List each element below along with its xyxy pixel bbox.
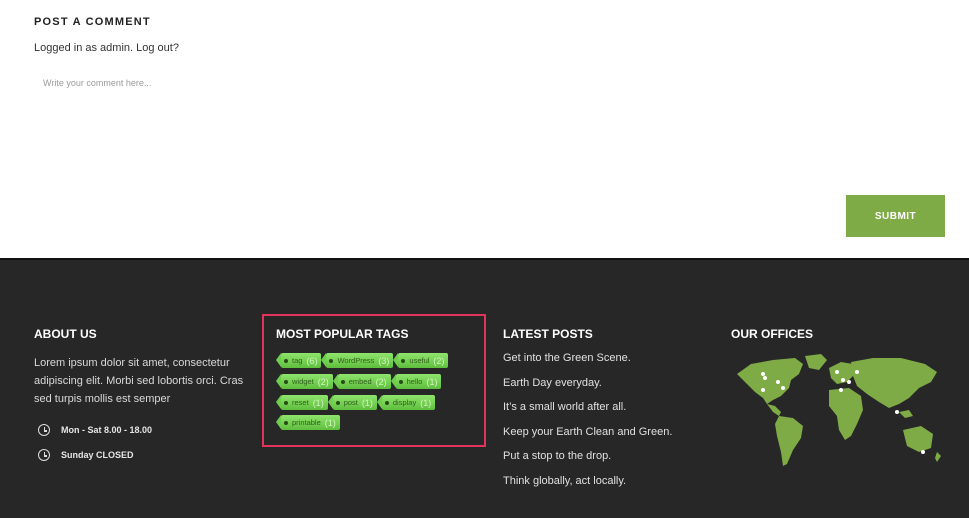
hours-weekday: Mon - Sat 8.00 - 18.00 (38, 424, 152, 436)
tag-name: useful (409, 356, 430, 365)
hours-sunday-text: Sunday CLOSED (61, 450, 134, 460)
tag-row-2: widget (2) embed (2) hello (1) (276, 374, 446, 389)
tag-chip[interactable]: tag (6) (275, 353, 322, 368)
tag-chip[interactable]: hello (1) (390, 374, 442, 389)
tag-name: reset (292, 398, 309, 407)
tag-name: embed (348, 377, 372, 386)
post-link[interactable]: Put a stop to the drop. (503, 450, 672, 475)
tag-count: (1) (361, 397, 373, 408)
tag-count: (3) (378, 355, 390, 366)
clock-icon (38, 424, 50, 436)
tag-row-3: reset (1) post (1) display (1) (276, 395, 440, 410)
post-link[interactable]: Think globally, act locally. (503, 475, 672, 500)
logged-in-text: Logged in as admin. Log out? (34, 42, 179, 54)
footer: ABOUT US Lorem ipsum dolor sit amet, con… (0, 258, 969, 518)
tag-count: (2) (375, 376, 387, 387)
logged-in-prefix: Logged in as admin. (34, 42, 137, 54)
tag-count: (1) (426, 376, 438, 387)
submit-button[interactable]: SUBMIT (846, 195, 945, 237)
tag-chip[interactable]: reset (1) (276, 395, 328, 410)
tag-count: (1) (324, 417, 336, 428)
tag-chip[interactable]: embed (2) (332, 374, 391, 389)
tag-name: hello (406, 377, 423, 386)
comment-section: POST A COMMENT Logged in as admin. Log o… (0, 0, 969, 258)
tag-count: (2) (317, 376, 329, 387)
tag-row-4: printable (1) (276, 415, 345, 430)
tag-count: (1) (420, 397, 432, 408)
clock-icon (38, 449, 50, 461)
tag-chip[interactable]: display (1) (376, 395, 436, 410)
tag-chip[interactable]: post (1) (327, 395, 377, 410)
tag-count: (6) (306, 355, 318, 366)
world-map-icon (737, 354, 941, 466)
tag-name: display (392, 398, 417, 407)
tag-name: WordPress (337, 356, 375, 365)
tag-name: tag (292, 356, 303, 365)
posts-title: LATEST POSTS (503, 327, 593, 341)
about-title: ABOUT US (34, 327, 97, 341)
tag-chip[interactable]: widget (2) (276, 374, 333, 389)
hours-weekday-text: Mon - Sat 8.00 - 18.00 (61, 425, 153, 435)
offices-title: OUR OFFICES (731, 327, 814, 341)
hours-sunday: Sunday CLOSED (38, 449, 134, 461)
tag-count: (2) (433, 355, 445, 366)
logout-link[interactable]: Log out? (136, 42, 179, 54)
post-link[interactable]: Earth Day everyday. (503, 377, 672, 402)
post-link[interactable]: Get into the Green Scene. (503, 352, 672, 377)
post-link[interactable]: It’s a small world after all. (503, 401, 672, 426)
tag-row-1: tag (6) WordPress (3) useful (2) (275, 353, 453, 368)
tag-chip[interactable]: useful (2) (393, 353, 449, 368)
tag-chip[interactable]: printable (1) (276, 415, 340, 430)
post-link[interactable]: Keep your Earth Clean and Green. (503, 426, 672, 451)
about-text: Lorem ipsum dolor sit amet, consectetur … (34, 357, 244, 405)
tag-name: widget (292, 377, 314, 386)
tag-name: post (343, 398, 358, 407)
comment-title: POST A COMMENT (34, 16, 151, 28)
comment-textarea[interactable] (34, 70, 934, 180)
tag-count: (1) (312, 397, 324, 408)
tag-name: printable (292, 418, 321, 427)
tag-chip[interactable]: WordPress (3) (321, 353, 394, 368)
latest-posts-list: Get into the Green Scene. Earth Day ever… (503, 352, 672, 500)
